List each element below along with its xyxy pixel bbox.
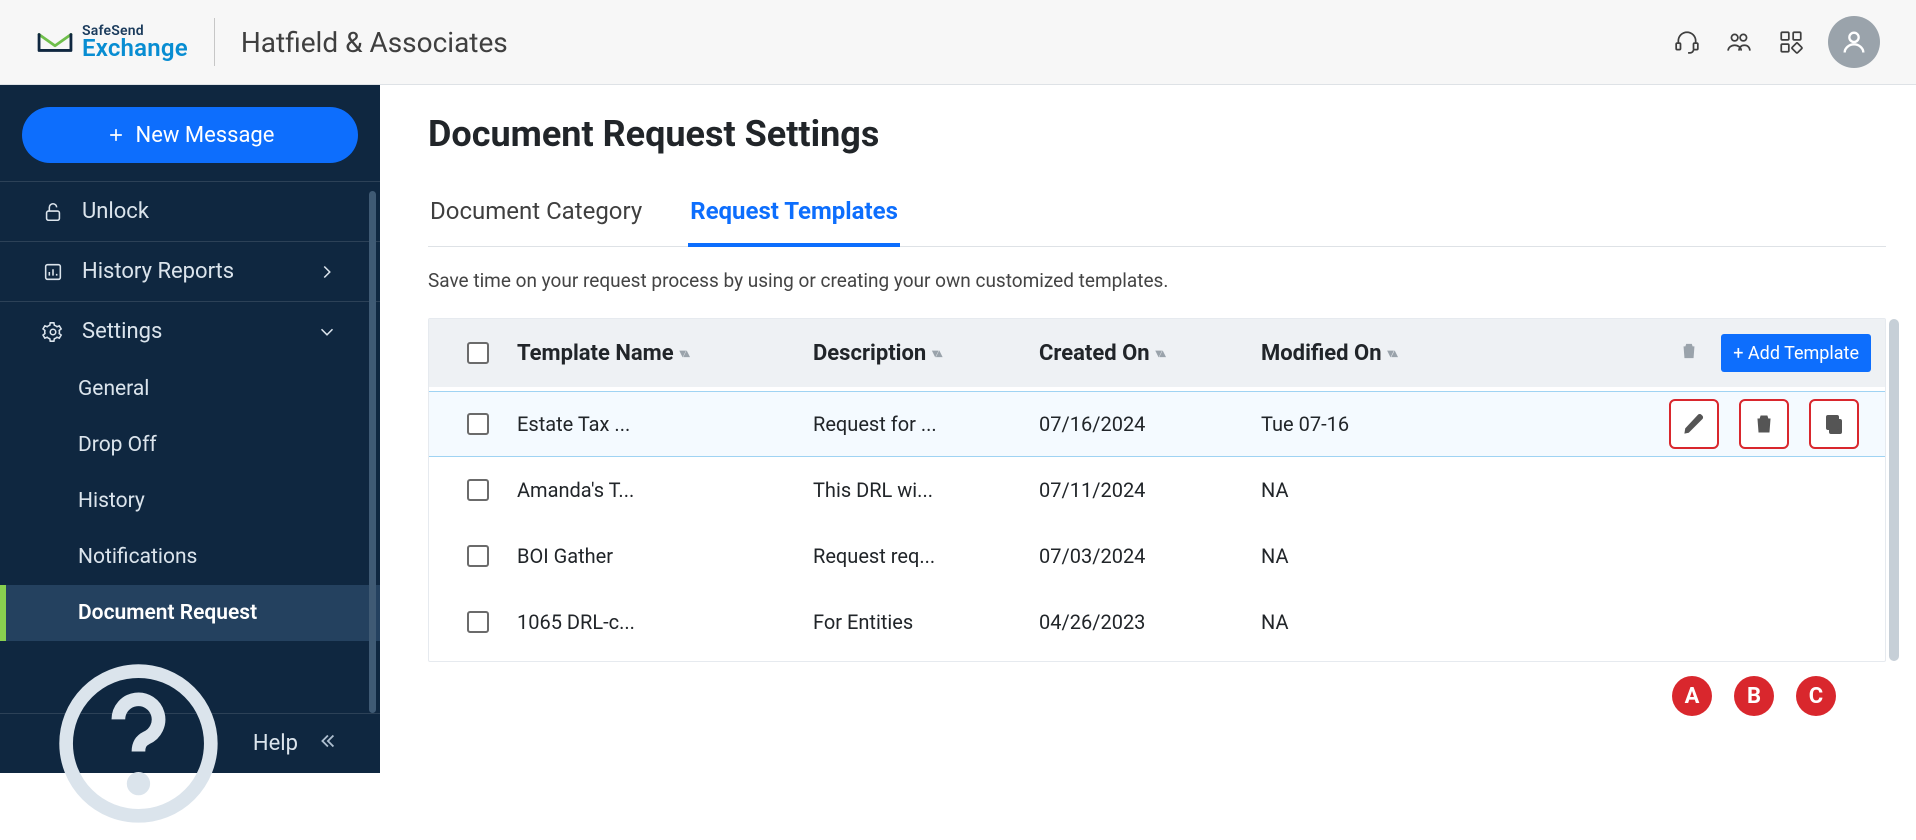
topbar-right bbox=[1672, 16, 1880, 68]
sidebar-item-history-reports[interactable]: History Reports bbox=[0, 241, 380, 301]
reports-icon bbox=[42, 261, 64, 283]
sidebar-scroll: Unlock History Reports Settings General … bbox=[0, 181, 380, 713]
app-logo: SafeSend Exchange bbox=[36, 24, 188, 60]
table-row[interactable]: Estate Tax ...Request for ...07/16/2024T… bbox=[429, 391, 1885, 457]
topbar: SafeSend Exchange Hatfield & Associates bbox=[0, 0, 1916, 85]
cell-modified-on: NA bbox=[1261, 544, 1655, 568]
cell-description: Request req... bbox=[813, 544, 1039, 568]
sidebar-label-drop-off: Drop Off bbox=[78, 433, 157, 457]
cell-description: For Entities bbox=[813, 610, 1039, 634]
main-content: Document Request Settings Document Categ… bbox=[380, 85, 1916, 773]
sidebar: New Message Unlock History Reports Setti… bbox=[0, 85, 380, 773]
unlock-icon bbox=[42, 201, 64, 223]
cell-template-name: Amanda's T... bbox=[517, 478, 813, 502]
sidebar-item-history[interactable]: History bbox=[0, 473, 380, 529]
table-header-row: Template Name▾▴ Description▾▴ Created On… bbox=[429, 319, 1885, 387]
cell-created-on: 07/16/2024 bbox=[1039, 412, 1261, 436]
org-name: Hatfield & Associates bbox=[241, 26, 508, 59]
tab-description: Save time on your request process by usi… bbox=[428, 269, 1886, 292]
sort-icon: ▾▴ bbox=[1156, 346, 1164, 360]
sidebar-label-unlock: Unlock bbox=[82, 199, 149, 224]
cell-template-name: 1065 DRL-c... bbox=[517, 610, 813, 634]
row-checkbox[interactable] bbox=[467, 413, 489, 435]
cell-modified-on: NA bbox=[1261, 610, 1655, 634]
support-headset-icon[interactable] bbox=[1672, 27, 1702, 57]
logo-text-line2: Exchange bbox=[82, 36, 188, 60]
sort-icon: ▾▴ bbox=[1388, 346, 1396, 360]
table-scrollbar[interactable] bbox=[1889, 319, 1899, 661]
delete-button[interactable] bbox=[1739, 399, 1789, 449]
apps-grid-icon[interactable] bbox=[1776, 27, 1806, 57]
new-message-label: New Message bbox=[136, 123, 275, 148]
chevron-down-icon bbox=[316, 321, 338, 343]
cell-description: This DRL wi... bbox=[813, 478, 1039, 502]
users-icon[interactable] bbox=[1724, 27, 1754, 57]
tab-request-templates[interactable]: Request Templates bbox=[688, 183, 900, 247]
cell-created-on: 07/11/2024 bbox=[1039, 478, 1261, 502]
annotation-badges: A B C bbox=[428, 662, 1886, 722]
cell-created-on: 07/03/2024 bbox=[1039, 544, 1261, 568]
topbar-left: SafeSend Exchange Hatfield & Associates bbox=[36, 18, 508, 66]
sidebar-label-document-request: Document Request bbox=[78, 601, 257, 625]
vertical-divider bbox=[214, 18, 215, 66]
sidebar-label-general: General bbox=[78, 377, 149, 401]
sidebar-label-help: Help bbox=[253, 731, 298, 756]
cell-template-name: BOI Gather bbox=[517, 544, 813, 568]
templates-table: Template Name▾▴ Description▾▴ Created On… bbox=[428, 318, 1886, 662]
sidebar-label-history-reports: History Reports bbox=[82, 259, 234, 284]
envelope-icon bbox=[36, 27, 74, 57]
cell-created-on: 04/26/2023 bbox=[1039, 610, 1261, 634]
select-all-checkbox[interactable] bbox=[467, 342, 489, 364]
page-title: Document Request Settings bbox=[428, 113, 1886, 155]
table-body: Estate Tax ...Request for ...07/16/2024T… bbox=[429, 387, 1885, 661]
plus-icon bbox=[106, 125, 126, 145]
table-row[interactable]: BOI GatherRequest req...07/03/2024NA bbox=[429, 523, 1885, 589]
avatar[interactable] bbox=[1828, 16, 1880, 68]
table-row[interactable]: Amanda's T...This DRL wi...07/11/2024NA bbox=[429, 457, 1885, 523]
cell-template-name: Estate Tax ... bbox=[517, 412, 813, 436]
sidebar-item-unlock[interactable]: Unlock bbox=[0, 181, 380, 241]
annotation-b: B bbox=[1734, 676, 1774, 716]
copy-button[interactable] bbox=[1809, 399, 1859, 449]
row-checkbox[interactable] bbox=[467, 545, 489, 567]
sidebar-item-drop-off[interactable]: Drop Off bbox=[0, 417, 380, 473]
sidebar-item-help[interactable]: Help bbox=[0, 713, 380, 773]
add-template-button[interactable]: + Add Template bbox=[1721, 334, 1871, 372]
sidebar-item-general[interactable]: General bbox=[0, 361, 380, 417]
sort-icon: ▾▴ bbox=[932, 346, 940, 360]
edit-button[interactable] bbox=[1669, 399, 1719, 449]
col-header-created-on[interactable]: Created On▾▴ bbox=[1039, 341, 1261, 366]
tab-document-category[interactable]: Document Category bbox=[428, 183, 644, 246]
col-header-description[interactable]: Description▾▴ bbox=[813, 341, 1039, 366]
sidebar-label-settings: Settings bbox=[82, 319, 162, 344]
bulk-delete-icon[interactable] bbox=[1679, 340, 1699, 366]
cell-modified-on: Tue 07-16 bbox=[1261, 412, 1655, 436]
cell-modified-on: NA bbox=[1261, 478, 1655, 502]
chevron-right-icon bbox=[316, 261, 338, 283]
sidebar-label-history: History bbox=[78, 489, 145, 513]
annotation-a: A bbox=[1672, 676, 1712, 716]
row-checkbox[interactable] bbox=[467, 479, 489, 501]
collapse-sidebar-icon[interactable] bbox=[316, 730, 338, 758]
sidebar-item-settings[interactable]: Settings bbox=[0, 301, 380, 361]
table-row[interactable]: 1065 DRL-c...For Entities04/26/2023NA bbox=[429, 589, 1885, 655]
gear-icon bbox=[42, 321, 64, 343]
row-checkbox[interactable] bbox=[467, 611, 489, 633]
sidebar-item-document-request[interactable]: Document Request bbox=[0, 585, 380, 641]
new-message-button[interactable]: New Message bbox=[22, 107, 358, 163]
sort-icon: ▾▴ bbox=[680, 346, 688, 360]
sidebar-item-notifications[interactable]: Notifications bbox=[0, 529, 380, 585]
tabs: Document Category Request Templates bbox=[428, 183, 1886, 247]
cell-description: Request for ... bbox=[813, 412, 1039, 436]
col-header-modified-on[interactable]: Modified On▾▴ bbox=[1261, 341, 1655, 366]
sidebar-label-notifications: Notifications bbox=[78, 545, 197, 569]
annotation-c: C bbox=[1796, 676, 1836, 716]
col-header-template-name[interactable]: Template Name▾▴ bbox=[517, 341, 813, 366]
